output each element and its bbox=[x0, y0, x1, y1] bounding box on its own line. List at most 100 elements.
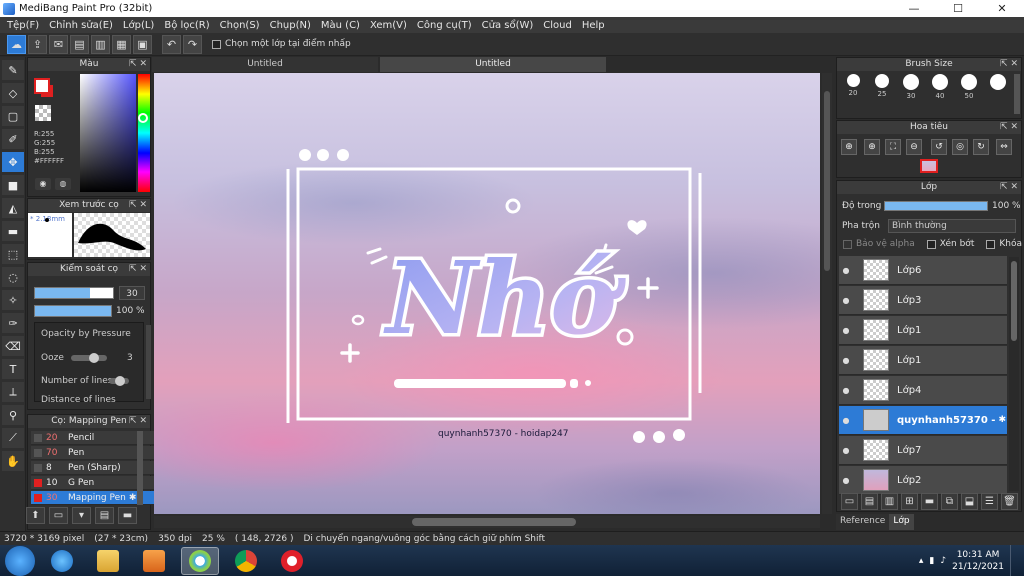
eye-icon[interactable]: ● bbox=[839, 386, 853, 395]
palette-icon[interactable]: ◉ bbox=[35, 178, 51, 190]
select-tool-icon[interactable]: ⬚ bbox=[2, 244, 24, 264]
brush-folder-icon[interactable]: ▬ bbox=[118, 507, 137, 524]
drawing-canvas[interactable]: Nhớ quynhanh57370 - hoidap247 bbox=[154, 73, 820, 514]
menu-snap[interactable]: Chụp(N) bbox=[265, 20, 316, 31]
menu-file[interactable]: Tệp(F) bbox=[2, 20, 44, 31]
hue-knob[interactable] bbox=[138, 113, 148, 123]
new-halftone-layer-icon[interactable]: ▤ bbox=[861, 493, 878, 510]
select-layer-checkbox[interactable] bbox=[212, 39, 221, 49]
fit-screen-icon[interactable]: ⛶ bbox=[885, 139, 901, 155]
brush-size-option[interactable]: 30 bbox=[897, 72, 925, 106]
menu-view[interactable]: Xem(V) bbox=[365, 20, 412, 31]
layout-icon[interactable]: ▣ bbox=[133, 34, 152, 54]
transparent-swatch[interactable] bbox=[35, 105, 51, 121]
upload-icon[interactable]: ⇪ bbox=[28, 34, 47, 54]
saturation-value-picker[interactable] bbox=[80, 74, 136, 192]
new-brush-icon[interactable]: ▭ bbox=[49, 507, 68, 524]
menu-layer[interactable]: Lớp(L) bbox=[118, 20, 159, 31]
ooze-slider[interactable] bbox=[71, 353, 107, 363]
panel-close-icon[interactable]: ⇱ ✕ bbox=[129, 58, 147, 71]
select-pen-icon[interactable]: ✑ bbox=[2, 313, 24, 333]
panel-close-icon[interactable]: ⇱ ✕ bbox=[129, 199, 147, 212]
new-layer-icon[interactable]: ▭ bbox=[841, 493, 858, 510]
menu-tools[interactable]: Công cụ(T) bbox=[412, 20, 477, 31]
add-brush-icon[interactable]: ⬆ bbox=[26, 507, 45, 524]
brush-list-scrollbar[interactable] bbox=[137, 431, 143, 505]
layer-row[interactable]: ● Lớp2 bbox=[839, 466, 1007, 495]
brush-tool-icon[interactable]: ✎ bbox=[2, 60, 24, 80]
cloud-icon[interactable]: ☁ bbox=[7, 34, 26, 54]
zoom-in-alt-icon[interactable]: ⊕ bbox=[864, 139, 880, 155]
chrome-icon[interactable] bbox=[227, 547, 265, 575]
menu-help[interactable]: Help bbox=[577, 20, 610, 31]
brush-opacity-slider[interactable] bbox=[34, 305, 112, 317]
layer-opacity-slider[interactable] bbox=[884, 201, 988, 211]
brush-size-option[interactable]: 40 bbox=[926, 72, 954, 106]
close-button[interactable]: ✕ bbox=[980, 0, 1024, 17]
undo-icon[interactable]: ↶ bbox=[162, 34, 181, 54]
dot-tool-icon[interactable]: ✐ bbox=[2, 129, 24, 149]
show-desktop-button[interactable] bbox=[1010, 545, 1020, 576]
gradient-tool-icon[interactable]: ▬ bbox=[2, 221, 24, 241]
menu-edit[interactable]: Chỉnh sửa(E) bbox=[44, 20, 118, 31]
layer-row[interactable]: ● Lớp4 bbox=[839, 376, 1007, 405]
layer-scrollbar[interactable] bbox=[1009, 257, 1019, 491]
layer-row[interactable]: ● Lớp6 bbox=[839, 256, 1007, 285]
rectangle-tool-icon[interactable]: ▢ bbox=[2, 106, 24, 126]
settings-icon[interactable]: ✱ bbox=[129, 493, 137, 503]
delete-layer-icon[interactable]: 🗑 bbox=[1001, 493, 1018, 510]
zoom-in-icon[interactable]: ⊕ bbox=[841, 139, 857, 155]
comment-icon[interactable]: ✉ bbox=[49, 34, 68, 54]
menu-color[interactable]: Màu (C) bbox=[316, 20, 365, 31]
tray-arrow-icon[interactable]: ▴ bbox=[919, 556, 924, 566]
menu-window[interactable]: Cửa sổ(W) bbox=[477, 20, 539, 31]
panel-close-icon[interactable]: ⇱ ✕ bbox=[129, 263, 147, 276]
hue-slider[interactable] bbox=[138, 74, 150, 192]
brush-size-option[interactable]: 20 bbox=[839, 72, 867, 106]
divide-tool-icon[interactable]: ⟂ bbox=[2, 382, 24, 402]
select-layer-option[interactable]: Chọn một lớp tại điểm nhấp bbox=[212, 39, 351, 49]
eye-icon[interactable]: ● bbox=[839, 416, 853, 425]
menu-cloud[interactable]: Cloud bbox=[538, 20, 577, 31]
layer-row-selected[interactable]: ● quynhanh57370 - ✱ bbox=[839, 406, 1007, 435]
brush-size-option[interactable] bbox=[984, 72, 1012, 106]
page-icon[interactable]: ▥ bbox=[91, 34, 110, 54]
number-of-lines-slider[interactable] bbox=[109, 376, 129, 386]
eye-icon[interactable]: ● bbox=[839, 476, 853, 485]
zoom-out-icon[interactable]: ⊖ bbox=[906, 139, 922, 155]
flip-icon[interactable]: ⇔ bbox=[996, 139, 1012, 155]
hand-tool-icon[interactable]: ✋ bbox=[2, 451, 24, 471]
network-icon[interactable]: ▮ bbox=[929, 556, 934, 566]
grid-icon[interactable]: ▦ bbox=[112, 34, 131, 54]
tab-untitled-1[interactable]: Untitled bbox=[152, 57, 378, 72]
eye-icon[interactable]: ● bbox=[839, 296, 853, 305]
ie-icon[interactable] bbox=[43, 547, 81, 575]
navigator-thumbnail[interactable] bbox=[920, 159, 938, 173]
foreground-color-swatch[interactable] bbox=[34, 78, 50, 94]
add-layer-menu-icon[interactable]: ⊞ bbox=[901, 493, 918, 510]
lasso-tool-icon[interactable]: ◌ bbox=[2, 267, 24, 287]
eyedropper-icon[interactable]: ⚲ bbox=[2, 405, 24, 425]
document-icon[interactable]: ▤ bbox=[70, 34, 89, 54]
maximize-button[interactable]: ☐ bbox=[936, 0, 980, 17]
brush-size-option[interactable]: 50 bbox=[955, 72, 983, 106]
text-tool-icon[interactable]: T bbox=[2, 359, 24, 379]
canvas-horizontal-scrollbar[interactable] bbox=[154, 516, 820, 528]
media-player-icon[interactable] bbox=[135, 547, 173, 575]
protect-alpha-checkbox[interactable] bbox=[843, 239, 852, 249]
move-tool-icon[interactable]: ✥ bbox=[2, 152, 24, 172]
fill-rect-tool-icon[interactable]: ■ bbox=[2, 175, 24, 195]
tab-layer[interactable]: Lớp bbox=[889, 514, 914, 530]
lock-checkbox[interactable] bbox=[986, 239, 996, 249]
new-8bit-layer-icon[interactable]: ▥ bbox=[881, 493, 898, 510]
color-history-icon[interactable]: ◍ bbox=[55, 178, 71, 190]
redo-icon[interactable]: ↷ bbox=[183, 34, 202, 54]
eye-icon[interactable]: ● bbox=[839, 446, 853, 455]
eye-icon[interactable]: ● bbox=[839, 326, 853, 335]
minimize-button[interactable]: — bbox=[892, 0, 936, 17]
panel-close-icon[interactable]: ⇱ ✕ bbox=[1000, 58, 1018, 71]
canvas-vertical-scrollbar[interactable] bbox=[822, 73, 832, 514]
merge-layer-icon[interactable]: ⬓ bbox=[961, 493, 978, 510]
tab-reference[interactable]: Reference bbox=[836, 514, 890, 530]
eraser-tool-icon[interactable]: ◇ bbox=[2, 83, 24, 103]
